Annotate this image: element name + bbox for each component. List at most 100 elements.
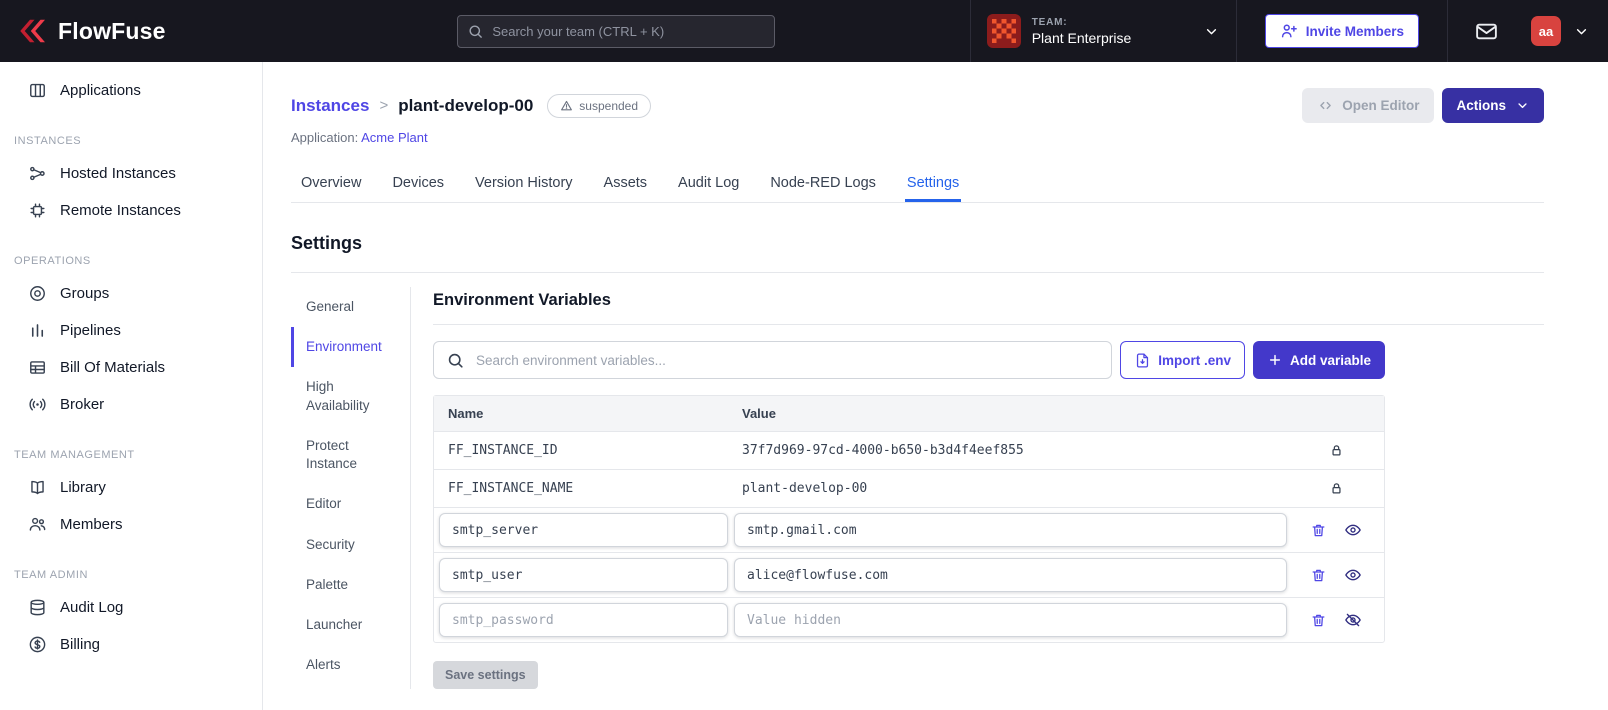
top-navbar: FlowFuse Search your team (CTRL + K) TEA… [0, 0, 1608, 62]
env-var-name: FF_INSTANCE_ID [448, 443, 558, 458]
sidebar-item-broker[interactable]: Broker [0, 386, 262, 423]
env-var-name-input[interactable] [439, 558, 728, 592]
settings-nav-editor[interactable]: Editor [291, 484, 395, 524]
team-search-input[interactable] [457, 14, 776, 48]
settings-nav-protect-instance[interactable]: Protect Instance [291, 426, 395, 484]
delete-icon[interactable] [1310, 567, 1327, 584]
sidebar-item-members[interactable]: Members [0, 506, 262, 543]
tab-assets[interactable]: Assets [602, 167, 650, 202]
env-var-value: 37f7d969-97cd-4000-b650-b3d4f4eef855 [742, 443, 1024, 458]
env-search-input[interactable] [433, 341, 1113, 379]
settings-nav-launcher[interactable]: Launcher [291, 605, 395, 645]
settings-nav-palette[interactable]: Palette [291, 565, 395, 605]
settings-nav-general[interactable]: General [291, 287, 395, 327]
sidebar-item-label: Members [60, 516, 123, 533]
column-header-value: Value [742, 406, 776, 421]
groups-icon [28, 284, 47, 303]
notifications-mail-icon[interactable] [1447, 0, 1525, 62]
breadcrumb: Instances > plant-develop-00 suspended O… [291, 88, 1544, 123]
add-variable-button[interactable]: Add variable [1252, 341, 1385, 379]
tab-audit-log[interactable]: Audit Log [676, 167, 741, 202]
status-badge-label: suspended [579, 98, 639, 113]
settings-page-title: Settings [291, 233, 1544, 273]
lock-icon [1288, 443, 1384, 458]
tab-settings[interactable]: Settings [904, 167, 962, 202]
table-row: FF_INSTANCE_NAME plant-develop-00 [434, 469, 1384, 507]
open-editor-button[interactable]: Open Editor [1302, 88, 1435, 123]
settings-nav-environment[interactable]: Environment [291, 327, 395, 368]
sidebar-item-bill-of-materials[interactable]: Bill Of Materials [0, 349, 262, 386]
table-row [434, 597, 1384, 642]
members-icon [28, 515, 47, 534]
env-var-value: plant-develop-00 [742, 481, 868, 496]
settings-nav-security[interactable]: Security [291, 525, 395, 565]
settings-nav-high-availability[interactable]: High Availability [291, 367, 395, 425]
sidebar-section-header: INSTANCES [14, 135, 82, 147]
table-header-row: Name Value [434, 396, 1384, 431]
search-icon [446, 351, 465, 370]
tab-version-history[interactable]: Version History [473, 167, 575, 202]
billing-icon [28, 635, 47, 654]
team-selector[interactable]: TEAM: Plant Enterprise [969, 0, 1237, 62]
chevron-down-icon [1203, 23, 1220, 40]
tab-overview[interactable]: Overview [299, 167, 363, 202]
tab-devices[interactable]: Devices [390, 167, 446, 202]
eye-off-icon[interactable] [1344, 611, 1362, 629]
settings-subnav: General Environment High Availability Pr… [291, 287, 395, 689]
env-var-name-input[interactable] [439, 603, 728, 637]
delete-icon[interactable] [1310, 612, 1327, 629]
sidebar-section-header: OPERATIONS [14, 255, 91, 267]
eye-icon[interactable] [1344, 566, 1362, 584]
application-link[interactable]: Acme Plant [361, 130, 427, 145]
save-settings-button[interactable]: Save settings [433, 661, 538, 689]
sidebar-section-header: TEAM MANAGEMENT [14, 449, 135, 461]
team-name: Plant Enterprise [1031, 29, 1132, 46]
env-var-value-input[interactable] [734, 513, 1287, 547]
audit-log-icon [28, 598, 47, 617]
delete-icon[interactable] [1310, 522, 1327, 539]
table-row: FF_INSTANCE_ID 37f7d969-97cd-4000-b650-b… [434, 431, 1384, 469]
sidebar-item-label: Hosted Instances [60, 165, 176, 182]
sidebar-item-label: Library [60, 479, 106, 496]
sidebar-item-hosted-instances[interactable]: Hosted Instances [0, 155, 262, 192]
breadcrumb-instances-link[interactable]: Instances [291, 96, 369, 116]
sidebar-section-header: TEAM ADMIN [14, 569, 88, 581]
flowfuse-logo-icon [18, 16, 48, 46]
import-env-button[interactable]: Import .env [1120, 341, 1245, 379]
user-menu[interactable]: aa [1525, 16, 1608, 46]
sidebar-item-label: Groups [60, 285, 110, 302]
brand[interactable]: FlowFuse [0, 16, 263, 46]
user-avatar: aa [1531, 16, 1561, 46]
pipelines-icon [28, 321, 47, 340]
sidebar-item-billing[interactable]: Billing [0, 626, 262, 663]
env-var-value-input[interactable] [734, 558, 1287, 592]
table-row [434, 507, 1384, 552]
env-var-value-input[interactable] [734, 603, 1287, 637]
search-icon [467, 23, 484, 40]
chevron-down-icon [1573, 23, 1590, 40]
sidebar-item-remote-instances[interactable]: Remote Instances [0, 192, 262, 229]
brand-name: FlowFuse [58, 17, 166, 44]
actions-label: Actions [1456, 98, 1506, 113]
sidebar-item-label: Remote Instances [60, 202, 181, 219]
eye-icon[interactable] [1344, 521, 1362, 539]
sidebar-item-pipelines[interactable]: Pipelines [0, 312, 262, 349]
table-row [434, 552, 1384, 597]
sidebar-item-groups[interactable]: Groups [0, 275, 262, 312]
settings-nav-alerts[interactable]: Alerts [291, 645, 395, 685]
actions-button[interactable]: Actions [1442, 88, 1544, 123]
open-editor-icon [1317, 97, 1334, 114]
invite-members-button[interactable]: Invite Members [1264, 14, 1419, 48]
env-var-name-input[interactable] [439, 513, 728, 547]
tab-node-red-logs[interactable]: Node-RED Logs [768, 167, 878, 202]
sidebar-item-audit-log[interactable]: Audit Log [0, 589, 262, 626]
status-badge: suspended [547, 93, 652, 118]
sidebar-item-label: Applications [60, 82, 141, 99]
application-label: Application: [291, 130, 359, 145]
sidebar-item-library[interactable]: Library [0, 469, 262, 506]
open-editor-label: Open Editor [1342, 98, 1420, 113]
environment-title: Environment Variables [433, 287, 1544, 325]
sidebar: Applications INSTANCES Hosted Instances … [0, 62, 263, 710]
import-env-label: Import .env [1158, 352, 1231, 368]
sidebar-item-applications[interactable]: Applications [0, 72, 262, 109]
